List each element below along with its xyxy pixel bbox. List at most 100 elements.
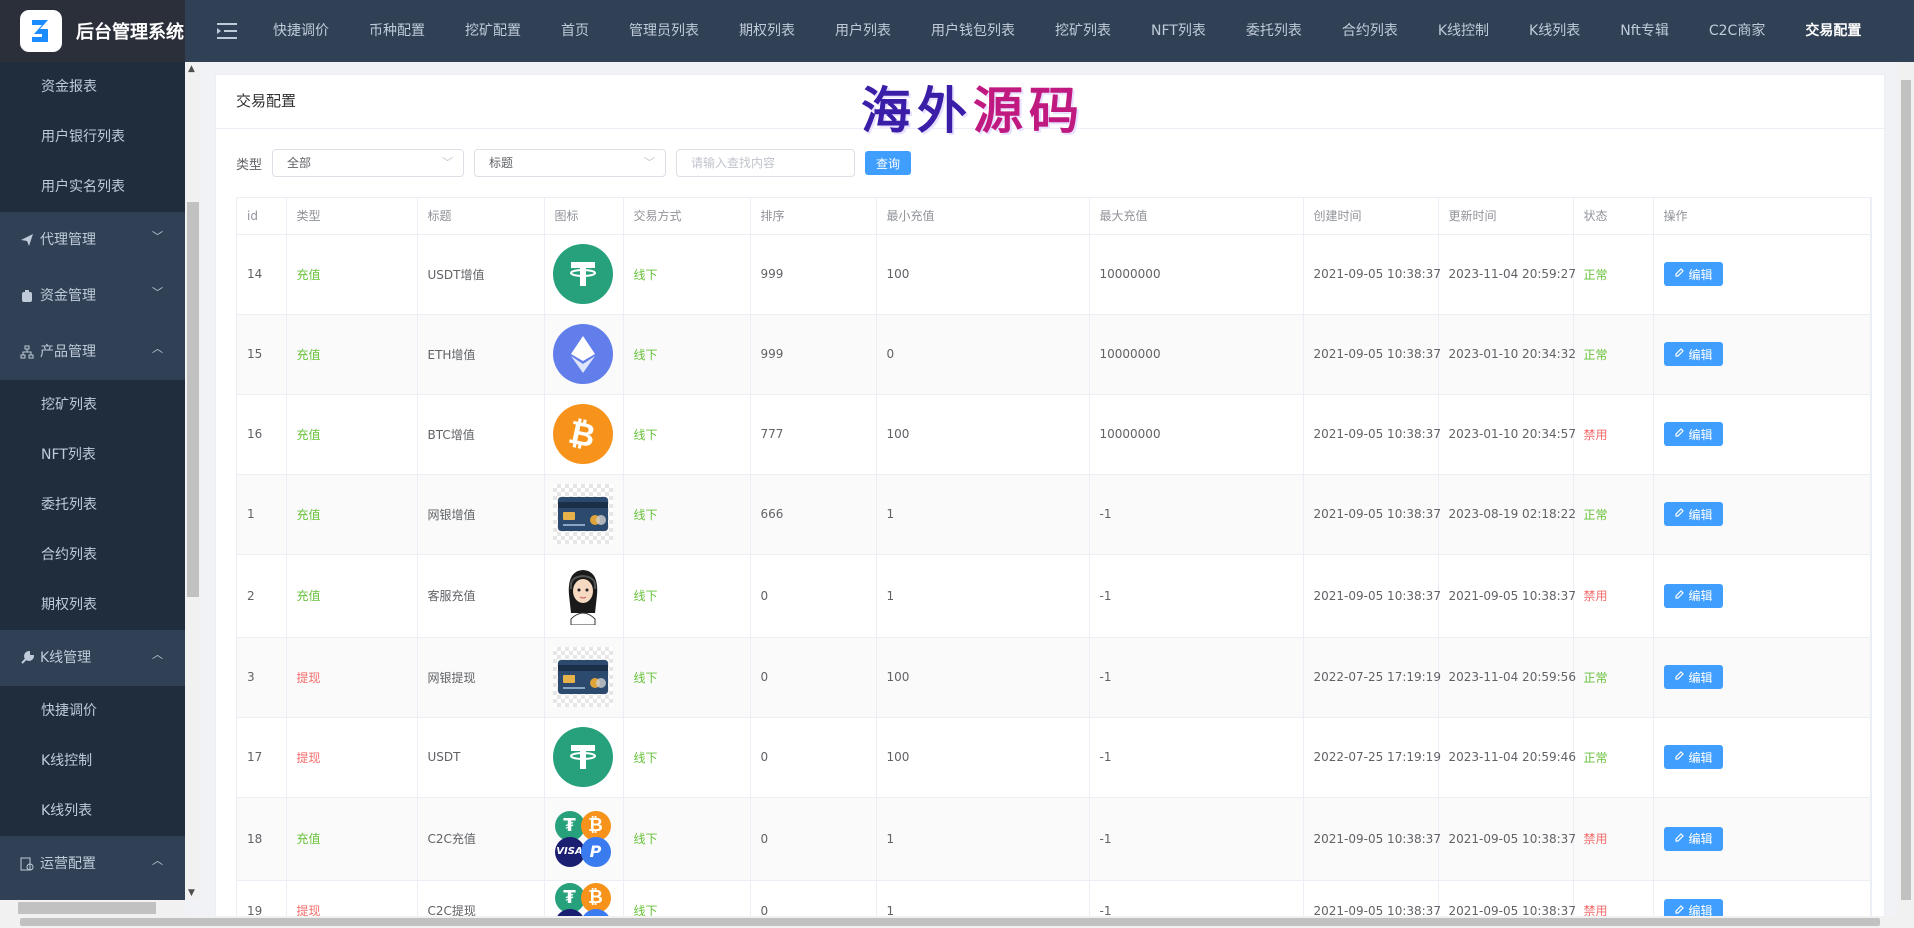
top-nav-tab[interactable]: 委托列表	[1226, 0, 1322, 62]
sidebar-item[interactable]: 合约列表	[0, 530, 185, 580]
cell-status: 正常	[1573, 717, 1654, 798]
sidebar-item[interactable]: 资金报表	[0, 62, 185, 112]
cell-status: 正常	[1573, 234, 1654, 315]
sidebar-horizontal-scroll-thumb[interactable]	[18, 902, 156, 914]
cell-title: 网银提现	[417, 637, 545, 718]
cell-type: 提现	[286, 637, 418, 718]
cell-actions: 编辑	[1653, 797, 1871, 881]
top-nav-tab[interactable]: 首页	[541, 0, 609, 62]
cell-updated: 2023-11-04 20:59:56	[1438, 637, 1576, 718]
sidebar-item[interactable]: 委托列表	[0, 480, 185, 530]
cell-title: USDT	[417, 717, 545, 798]
bank-card-icon	[552, 484, 613, 544]
cell-max: -1	[1089, 717, 1304, 798]
field-select[interactable]: 标题 ﹀	[474, 149, 667, 177]
sidebar-item[interactable]: 资金管理 ﹀	[0, 268, 185, 324]
cell-min: 100	[876, 234, 1090, 315]
page-vertical-scroll-thumb[interactable]	[1901, 80, 1911, 900]
edit-button[interactable]: 编辑	[1663, 898, 1723, 916]
sidebar-item[interactable]: 挖矿列表	[0, 380, 185, 430]
sidebar-item[interactable]: 用户银行列表	[0, 112, 185, 162]
edit-button[interactable]: 编辑	[1663, 422, 1723, 446]
sidebar-item[interactable]: K线列表	[0, 786, 185, 836]
top-nav-tab[interactable]: 用户列表	[815, 0, 911, 62]
top-nav-tab[interactable]: NFT列表	[1131, 0, 1226, 62]
type-select[interactable]: 全部 ﹀	[272, 149, 465, 177]
edit-button[interactable]: 编辑	[1663, 502, 1723, 526]
config-card: 交易配置 海外源码 类型 全部 ﹀ 标题 ﹀ 查询	[215, 74, 1885, 916]
edit-button[interactable]: 编辑	[1663, 745, 1723, 769]
wrench-icon	[20, 651, 34, 665]
chevron-down-icon: ﹀	[442, 156, 454, 169]
sidebar-item-label: 资金管理	[40, 288, 96, 304]
cell-max: -1	[1089, 474, 1304, 555]
cell-id: 18	[237, 797, 287, 881]
cell-method: 线下	[623, 474, 751, 555]
top-nav-tab[interactable]: Nft专辑	[1600, 0, 1689, 62]
top-nav-tab[interactable]: 用户钱包列表	[911, 0, 1035, 62]
search-input[interactable]	[676, 149, 856, 177]
cell-actions: 编辑	[1653, 637, 1871, 718]
sidebar-vertical-scrollbar[interactable]: ▲ ▼	[185, 62, 201, 900]
cell-type: 充值	[286, 474, 418, 555]
edit-button-label: 编辑	[1688, 832, 1713, 846]
top-nav-tab[interactable]: 合约列表	[1322, 0, 1418, 62]
top-nav-tab[interactable]: 挖矿列表	[1035, 0, 1131, 62]
edit-button[interactable]: 编辑	[1663, 342, 1723, 366]
top-nav-tab[interactable]: 币种配置	[349, 0, 445, 62]
top-nav-tab[interactable]: K线控制	[1418, 0, 1509, 62]
top-nav-tab[interactable]: 管理员列表	[609, 0, 719, 62]
sidebar-item[interactable]: 运营配置 ︿	[0, 836, 185, 892]
top-nav-tab[interactable]: K线列表	[1509, 0, 1600, 62]
edit-button[interactable]: 编辑	[1663, 583, 1723, 608]
sidebar-item[interactable]: 产品管理 ︿	[0, 324, 185, 380]
sidebar-item-label: NFT列表	[41, 447, 96, 463]
scroll-up-arrow-icon[interactable]: ▲	[188, 64, 195, 74]
send-icon	[20, 233, 34, 247]
sidebar-item[interactable]: 期权列表	[0, 580, 185, 630]
cell-method: 线下	[623, 637, 751, 718]
cell-method: 线下	[623, 880, 751, 916]
page-horizontal-scroll-thumb[interactable]	[20, 918, 1880, 926]
top-nav-tab[interactable]: 期权列表	[719, 0, 815, 62]
cell-icon	[544, 637, 624, 718]
sidebar-item[interactable]: 快捷调价	[0, 686, 185, 736]
page-vertical-scrollbar[interactable]	[1898, 62, 1914, 916]
sidebar-horizontal-scrollbar[interactable]	[0, 900, 185, 916]
sidebar-item[interactable]: K线控制	[0, 736, 185, 786]
edit-button[interactable]: 编辑	[1663, 826, 1723, 851]
cell-sort: 666	[750, 474, 877, 555]
edit-icon	[1674, 347, 1685, 361]
cell-updated: 2023-11-04 20:59:27	[1438, 234, 1576, 315]
sidebar-item-label: K线列表	[41, 803, 93, 819]
cell-min: 100	[876, 717, 1090, 798]
sidebar-item[interactable]: 用户实名列表	[0, 162, 185, 212]
cell-sort: 999	[750, 234, 877, 315]
cell-title: 客服充值	[417, 554, 545, 638]
cell-updated: 2023-01-10 20:34:32	[1438, 314, 1576, 395]
cell-type: 充值	[286, 394, 418, 475]
page-horizontal-scrollbar[interactable]	[0, 916, 1914, 928]
cell-actions: 编辑	[1653, 314, 1871, 395]
edit-button[interactable]: 编辑	[1663, 665, 1723, 689]
edit-button[interactable]: 编辑	[1663, 262, 1723, 286]
cell-updated: 2021-09-05 10:38:37	[1438, 797, 1576, 881]
cell-max: -1	[1089, 797, 1304, 881]
sidebar-item-label: 合约列表	[41, 547, 97, 563]
top-nav-items: 快捷调价 币种配置 挖矿配置 首页 管理员列表 期权列表 用户列表 用户钱包列表 挖矿列表 NFT…	[253, 0, 1881, 62]
sidebar-vertical-scroll-thumb[interactable]	[187, 202, 199, 597]
sidebar-item[interactable]: K线管理 ︿	[0, 630, 185, 686]
top-nav-tab[interactable]: 交易配置	[1785, 0, 1881, 62]
top-nav-tab[interactable]: C2C商家	[1689, 0, 1785, 62]
top-nav-tab[interactable]: 快捷调价	[253, 0, 349, 62]
sidebar-item-label: 挖矿列表	[41, 397, 97, 413]
top-nav-tab[interactable]: 挖矿配置	[445, 0, 541, 62]
sidebar-item[interactable]: NFT列表	[0, 430, 185, 480]
scroll-down-arrow-icon[interactable]: ▼	[188, 888, 195, 898]
chevron-down-icon: ﹀	[152, 230, 163, 243]
hamburger-menu-icon[interactable]	[217, 22, 239, 40]
sidebar-item[interactable]: 代理管理 ﹀	[0, 212, 185, 268]
table-row: 14 充值 USDT增值 线下 999 100 10000000 2021-09-05 10:…	[237, 234, 1871, 315]
search-button[interactable]: 查询	[865, 151, 912, 175]
logo-area[interactable]: 后台管理系统	[0, 0, 185, 62]
